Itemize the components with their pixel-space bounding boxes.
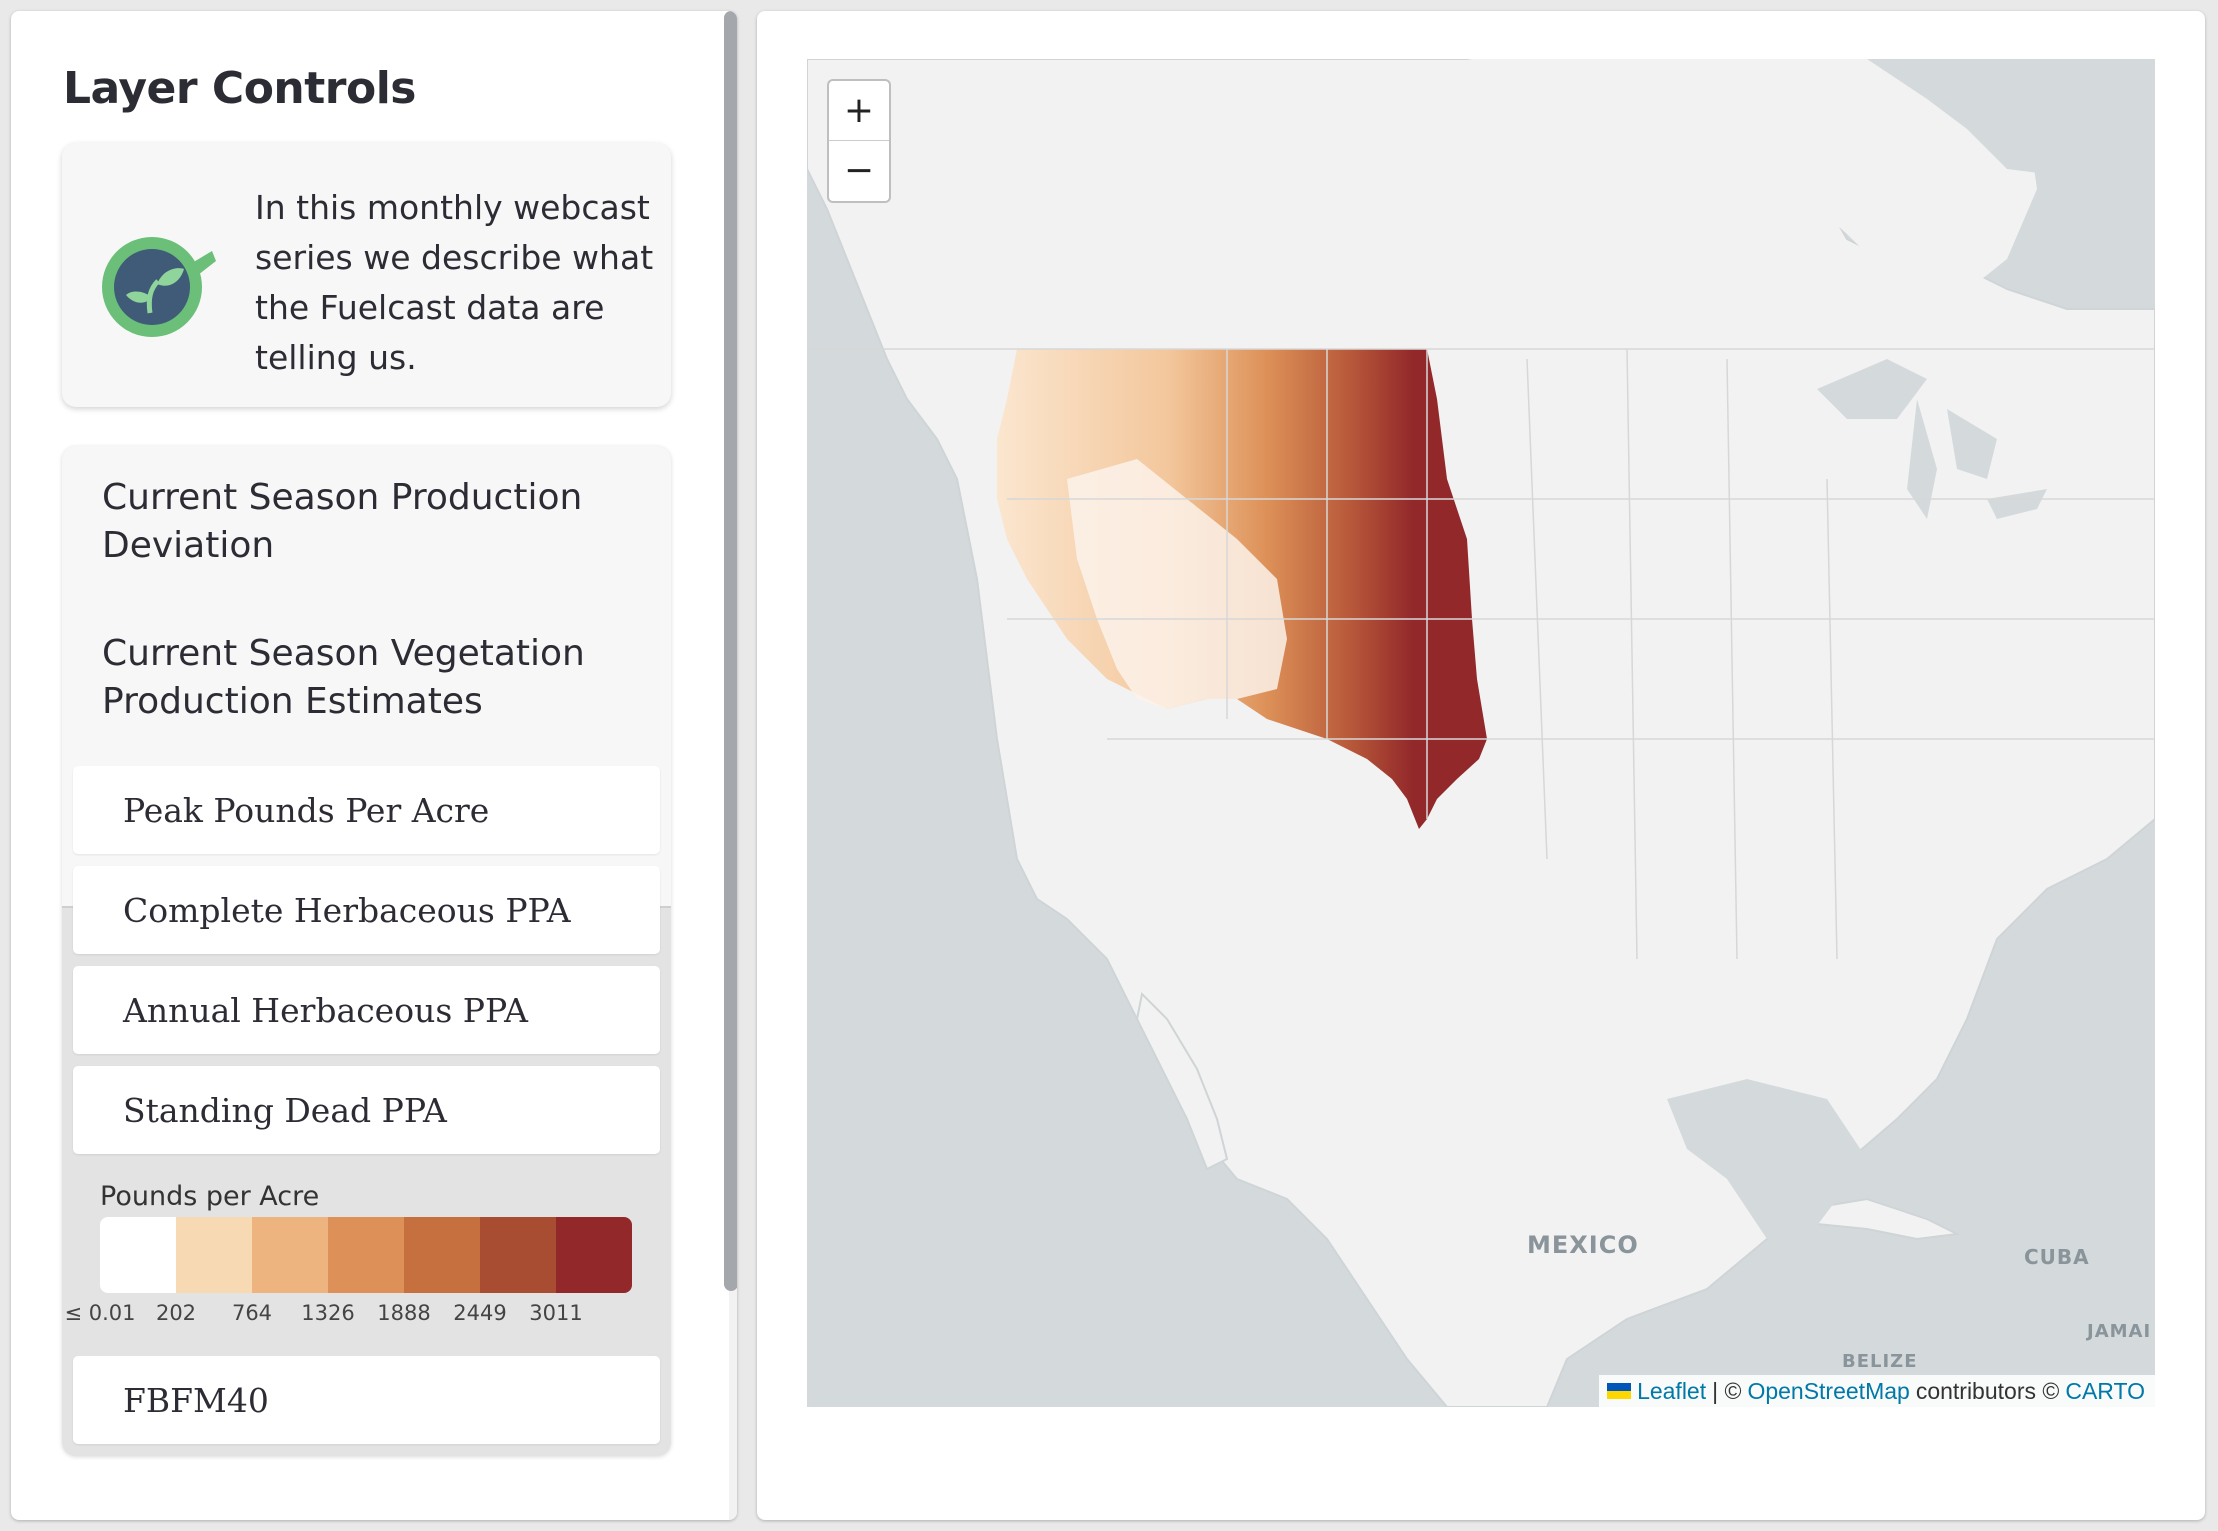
leaflet-link[interactable]: Leaflet (1637, 1378, 1706, 1405)
ukraine-flag-icon (1607, 1383, 1632, 1399)
map-attribution: Leaflet | © OpenStreetMap contributors ©… (1599, 1375, 2155, 1407)
layer-peak-pounds-per-acre[interactable]: Peak Pounds Per Acre (73, 766, 660, 854)
section-label: Current Season Vegetation Production Est… (102, 633, 585, 722)
layer-annual-herbaceous-ppa[interactable]: Annual Herbaceous PPA (73, 966, 660, 1054)
legend-swatch (480, 1217, 556, 1293)
map-label-cuba: CUBA (2024, 1245, 2090, 1269)
section-label: Current Season Production Deviation (102, 477, 583, 566)
section-production-estimates[interactable]: Current Season Vegetation Production Est… (62, 602, 671, 908)
zoom-control: + − (827, 79, 891, 203)
legend-swatch (404, 1217, 480, 1293)
zoom-in-button[interactable]: + (829, 81, 889, 141)
legend-label: 3011 (529, 1301, 583, 1325)
sidebar-scrollbar[interactable] (724, 11, 737, 1520)
layer-controls-panel: Layer Controls In this monthly webcast s… (11, 11, 737, 1520)
legend-title: Pounds per Acre (100, 1181, 320, 1212)
map-label-mexico: MEXICO (1527, 1231, 1639, 1259)
legend-swatch (252, 1217, 328, 1293)
layer-accordion: Current Season Production Deviation Curr… (62, 446, 671, 1456)
osm-link[interactable]: OpenStreetMap (1747, 1378, 1909, 1405)
layer-fbfm40[interactable]: FBFM40 (73, 1356, 660, 1444)
webcast-info-text: In this monthly webcast series we descri… (255, 188, 654, 377)
legend-swatch (100, 1217, 176, 1293)
layer-standing-dead-ppa[interactable]: Standing Dead PPA (73, 1066, 660, 1154)
map-canvas[interactable]: + − MEXICO CUBA BELIZE JAMAI Leaflet | ©… (807, 59, 2155, 1407)
legend-swatch (176, 1217, 252, 1293)
zoom-out-button[interactable]: − (829, 141, 889, 200)
webcast-mug-leaf-icon (102, 237, 216, 337)
section-production-deviation[interactable]: Current Season Production Deviation (62, 446, 671, 602)
attribution-sep: | © (1712, 1377, 1742, 1404)
legend-swatch (328, 1217, 404, 1293)
layer-complete-herbaceous-ppa[interactable]: Complete Herbaceous PPA (73, 866, 660, 954)
legend-color-bar (100, 1217, 632, 1293)
carto-link[interactable]: CARTO (2065, 1378, 2145, 1405)
map-label-belize: BELIZE (1842, 1351, 1918, 1372)
basemap (807, 59, 2155, 1407)
map-label-jamaica: JAMAI (2087, 1321, 2152, 1342)
scrollbar-thumb[interactable] (724, 11, 737, 1291)
map-panel: + − MEXICO CUBA BELIZE JAMAI Leaflet | ©… (757, 11, 2205, 1520)
webcast-info-card[interactable]: In this monthly webcast series we descri… (62, 143, 671, 407)
legend-swatch (556, 1217, 632, 1293)
attribution-contributors: contributors © (1915, 1377, 2060, 1404)
panel-title: Layer Controls (63, 63, 417, 114)
